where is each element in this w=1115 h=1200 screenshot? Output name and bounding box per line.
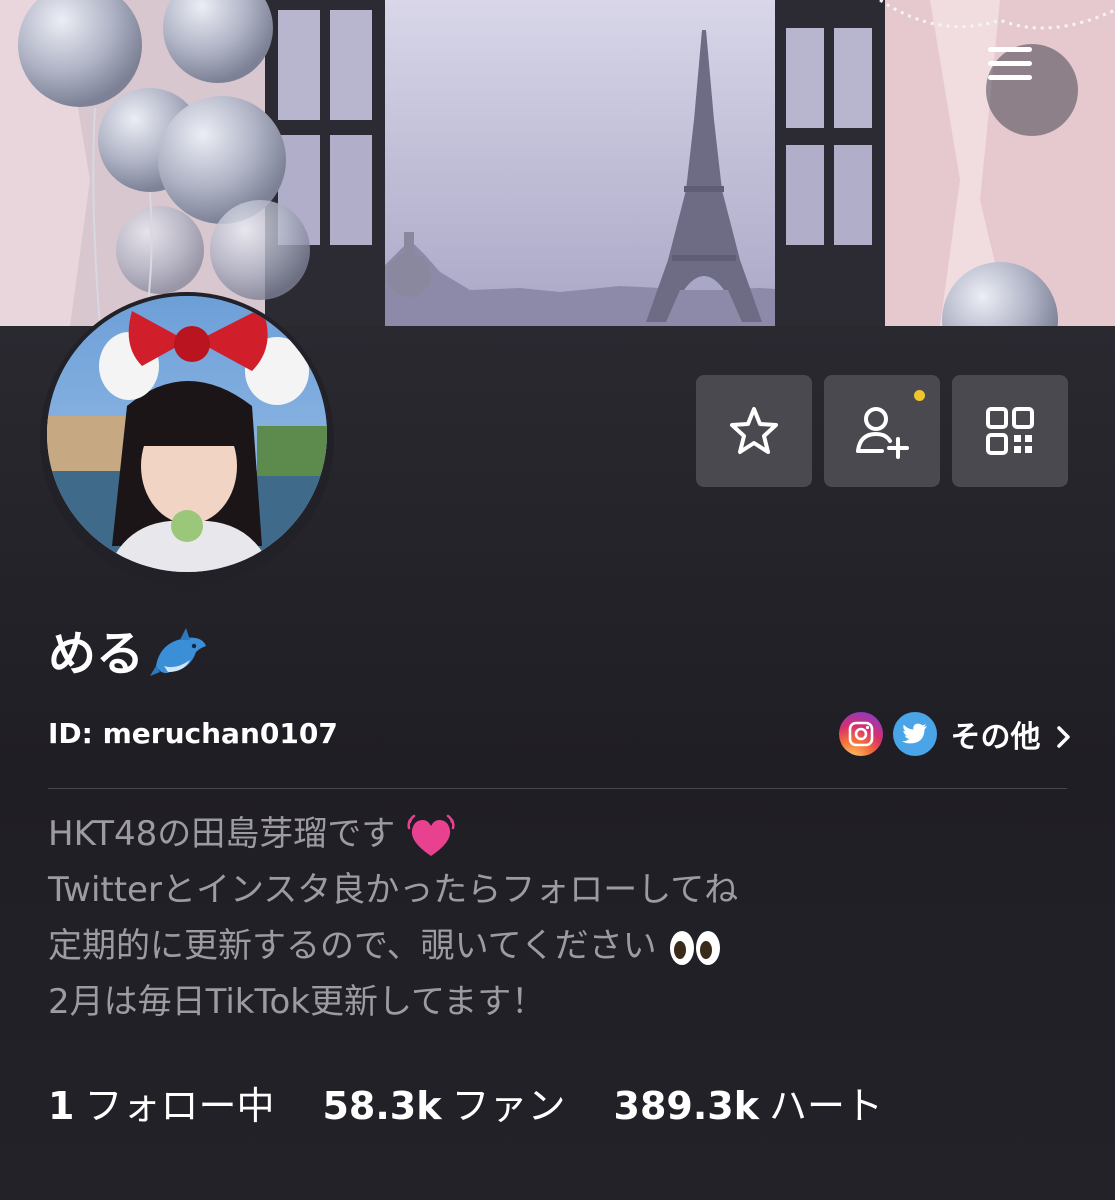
menu-button[interactable] (986, 44, 1078, 136)
fans-count: 58.3k (322, 1083, 442, 1128)
fans-stat[interactable]: 58.3k ファン (322, 1075, 565, 1130)
bio-line: 2月は毎日TikTok更新してます！ (48, 982, 546, 1022)
more-links-label: その他 (950, 720, 1041, 755)
add-user-icon (856, 407, 909, 459)
bio: HKT48の田島芽瑠です Twitterとインスタ良かったらフォローしてね 定期… (48, 806, 1048, 1030)
profile-name-text: める (48, 626, 145, 682)
bio-line: HKT48の田島芽瑠です (48, 806, 1048, 862)
hearts-stat[interactable]: 389.3k ハート (614, 1075, 883, 1130)
following-label: フォロー中 (84, 1083, 275, 1128)
profile-name: める (48, 622, 210, 686)
cover-image (0, 0, 1115, 326)
bio-line: 定期的に更新するので、覗いてください (48, 918, 1048, 974)
following-count: 1 (48, 1083, 75, 1128)
qr-code-button[interactable] (952, 375, 1068, 487)
social-links: その他 (838, 712, 1073, 756)
eyes-emoji (670, 930, 721, 965)
add-friend-button[interactable] (824, 375, 940, 487)
following-stat[interactable]: 1 フォロー中 (48, 1075, 274, 1130)
hamburger-menu-icon (988, 47, 1032, 80)
more-links[interactable]: その他 (951, 712, 1073, 756)
notification-dot (914, 390, 925, 401)
hearts-count: 389.3k (613, 1083, 759, 1128)
divider (48, 788, 1067, 789)
user-id: ID: meruchan0107 (48, 717, 338, 750)
qr-code-icon (986, 407, 1034, 455)
instagram-icon[interactable] (838, 712, 883, 756)
fans-label: ファン (451, 1083, 566, 1128)
dolphin-emoji (150, 628, 207, 676)
avatar[interactable] (47, 296, 327, 572)
chevron-right-icon (1057, 726, 1070, 748)
beating-heart-emoji (407, 814, 455, 856)
favorite-button[interactable] (696, 375, 812, 487)
bio-line: Twitterとインスタ良かったらフォローしてね (48, 870, 739, 910)
hearts-label: ハート (768, 1083, 883, 1128)
star-icon (730, 407, 778, 454)
stats-bar: 1 フォロー中 58.3k ファン 389.3k ハート (48, 1072, 931, 1132)
twitter-icon[interactable] (892, 712, 937, 756)
